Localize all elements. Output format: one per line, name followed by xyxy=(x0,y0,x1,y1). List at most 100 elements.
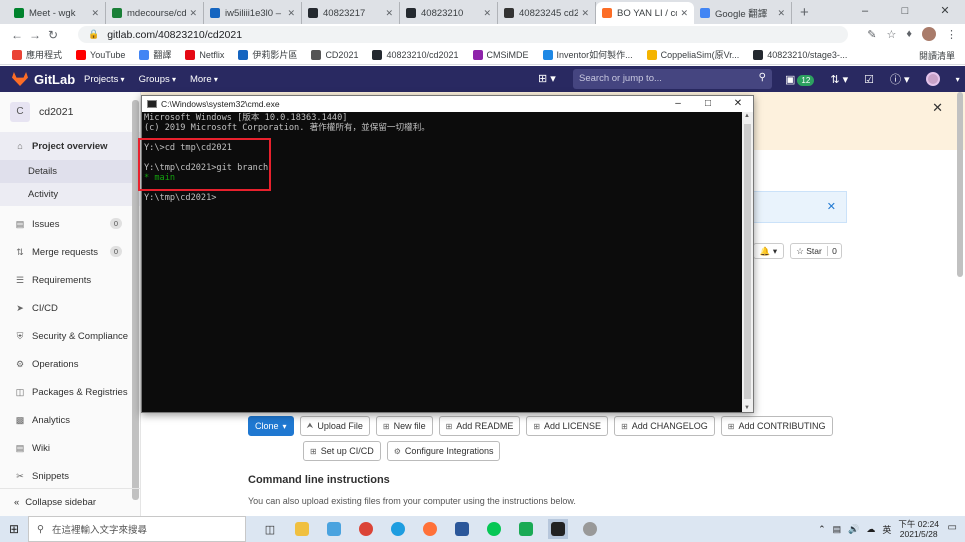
gitlab-search-input[interactable]: Search or jump to... ⚲ xyxy=(573,69,772,89)
cmd-minimize-button[interactable]: – xyxy=(663,96,693,112)
windows-start-icon[interactable]: ⊞ xyxy=(0,522,28,536)
bookmark-item[interactable]: CoppeliaSim(原Vr... xyxy=(646,48,739,61)
scroll-up-icon[interactable]: ▲ xyxy=(744,113,750,119)
url-input[interactable]: 🔒 gitlab.com/40823210/cd2021 xyxy=(78,26,848,43)
bookmark-item[interactable]: Netflix xyxy=(185,49,224,60)
bookmark-item[interactable]: 40823210/stage3-... xyxy=(753,49,847,60)
tab-close-icon[interactable]: ✕ xyxy=(777,8,785,19)
sidebar-item-requirements[interactable]: ☰ Requirements xyxy=(0,266,140,294)
ime-indicator[interactable]: 英 xyxy=(882,523,891,536)
browser-tab[interactable]: 40823217 ✕ xyxy=(302,2,400,24)
sidebar-item-operations[interactable]: ⚙ Operations xyxy=(0,350,140,378)
app-green-icon[interactable] xyxy=(516,519,536,539)
bookmark-item[interactable]: 伊莉影片區 xyxy=(238,48,297,61)
clone-button[interactable]: Clone ▾ xyxy=(248,416,294,436)
minimize-button[interactable]: – xyxy=(845,0,885,24)
onedrive-icon[interactable]: ☁ xyxy=(866,524,875,535)
cmd-scrollbar[interactable]: ▲ ▼ xyxy=(742,112,753,412)
browser-tab[interactable]: BO YAN LI / cd2✕ xyxy=(596,2,694,24)
maximize-button[interactable]: □ xyxy=(885,0,925,24)
sidebar-item-ci-cd[interactable]: ➤ CI/CD xyxy=(0,294,140,322)
cmd-titlebar[interactable]: C:\Windows\system32\cmd.exe – □ ✕ xyxy=(142,96,753,112)
star-button[interactable]: ☆ Star 0 xyxy=(790,243,842,259)
reload-icon[interactable]: ↻ xyxy=(44,28,62,42)
chrome-icon[interactable] xyxy=(356,519,376,539)
bookmark-item[interactable]: 40823210/cd2021 xyxy=(372,49,459,60)
sidebar-item-project-overview[interactable]: ⌂ Project overview xyxy=(0,132,140,160)
sidebar-item-security-compliance[interactable]: ⛨ Security & Compliance xyxy=(0,322,140,350)
sidebar-subitem-activity[interactable]: Activity xyxy=(0,183,140,206)
tab-close-icon[interactable]: ✕ xyxy=(189,8,197,19)
bookmark-item[interactable]: CMSiMDE xyxy=(472,49,529,60)
cmd-taskbar-icon[interactable] xyxy=(548,519,568,539)
translate-icon[interactable]: ✎ xyxy=(867,28,876,41)
issues-nav-button[interactable]: ▣ 12 xyxy=(785,73,815,86)
add-contributing-button[interactable]: ⊞ Add CONTRIBUTING xyxy=(720,416,833,436)
add-license-button[interactable]: ⊞ Add LICENSE xyxy=(526,416,609,436)
bookmark-item[interactable]: 應用程式 xyxy=(12,48,62,61)
cmd-scroll-thumb[interactable] xyxy=(744,124,751,399)
sidebar-item-wiki[interactable]: ▤ Wiki xyxy=(0,434,140,462)
profile-avatar[interactable] xyxy=(922,27,936,41)
close-icon[interactable]: ✕ xyxy=(827,200,836,213)
browser-tab[interactable]: mdecourse/cd20✕ xyxy=(106,2,204,24)
action-center-icon[interactable]: ▭ xyxy=(948,522,957,533)
add-readme-button[interactable]: ⊞ Add README xyxy=(438,416,521,436)
notification-button[interactable]: 🔔 ▾ xyxy=(753,243,784,259)
close-icon[interactable]: ✕ xyxy=(932,100,943,116)
volume-icon[interactable]: 🔊 xyxy=(848,524,859,535)
new-file-button[interactable]: ⊞ New file xyxy=(375,416,433,436)
menu-groups[interactable]: Groups xyxy=(139,74,176,85)
help-icon[interactable]: ⓘ ▾ xyxy=(890,71,910,87)
bookmark-item[interactable]: 翻譯 xyxy=(139,48,171,61)
sidebar-item-merge-requests[interactable]: ⇅ Merge requests 0 xyxy=(0,238,140,266)
gitlab-logo[interactable]: GitLab xyxy=(0,72,80,87)
user-avatar[interactable] xyxy=(925,72,940,86)
scroll-down-icon[interactable]: ▼ xyxy=(744,405,750,411)
new-item-icon[interactable]: ⊞ ▾ xyxy=(538,72,556,85)
browser-tab[interactable]: Google 翻譯 ✕ xyxy=(694,2,792,24)
sidebar-item-packages-registries[interactable]: ◫ Packages & Registries xyxy=(0,378,140,406)
notepad-icon[interactable] xyxy=(324,519,344,539)
sidebar-item-analytics[interactable]: ▩ Analytics xyxy=(0,406,140,434)
network-icon[interactable]: ▤ xyxy=(833,524,842,535)
tab-close-icon[interactable]: ✕ xyxy=(91,8,99,19)
tray-chevron-up-icon[interactable]: ⌃ xyxy=(818,524,826,535)
sidebar-item-snippets[interactable]: ✂ Snippets xyxy=(0,462,140,490)
configure-integrations-button[interactable]: ⚙ Configure Integrations xyxy=(386,441,501,461)
tab-close-icon[interactable]: ✕ xyxy=(385,8,393,19)
word-icon[interactable] xyxy=(452,519,472,539)
bookmark-item[interactable]: Inventor如何製作... xyxy=(542,48,633,61)
bookmark-item[interactable]: CD2021 xyxy=(311,49,358,60)
merge-requests-nav-icon[interactable]: ⇅ ▾ xyxy=(830,73,848,86)
app-globe-icon[interactable] xyxy=(580,519,600,539)
close-window-button[interactable]: ✕ xyxy=(925,0,965,24)
cmd-close-button[interactable]: ✕ xyxy=(723,96,753,112)
project-header[interactable]: C cd2021 xyxy=(0,92,140,132)
tab-close-icon[interactable]: ✕ xyxy=(581,8,589,19)
bookmark-star-icon[interactable]: ☆ xyxy=(887,28,897,41)
reading-list[interactable]: 閱讀清單 xyxy=(919,49,955,62)
task-view-icon[interactable]: ◫ xyxy=(260,519,280,539)
menu-more[interactable]: More xyxy=(190,74,218,85)
todo-icon[interactable]: ☑ xyxy=(864,73,874,86)
add-changelog-button[interactable]: ⊞ Add CHANGELOG xyxy=(614,416,715,436)
browser-tab[interactable]: Meet - wgk ✕ xyxy=(8,2,106,24)
extensions-icon[interactable]: ♦ xyxy=(906,28,912,40)
browser-tab[interactable]: iw5iliii1e3l0 – Et✕ xyxy=(204,2,302,24)
cmd-maximize-button[interactable]: □ xyxy=(693,96,723,112)
taskbar-search-input[interactable]: ⚲ 在這裡輸入文字來搜尋 xyxy=(28,516,246,542)
bookmark-item[interactable]: YouTube xyxy=(76,49,125,60)
taskbar-clock[interactable]: 下午 02:24 2021/5/28 xyxy=(898,519,939,539)
browser-tab[interactable]: 40823210 ✕ xyxy=(400,2,498,24)
page-scrollbar[interactable] xyxy=(957,92,963,277)
collapse-sidebar-button[interactable]: « Collapse sidebar xyxy=(0,488,141,516)
setup-cicd-button[interactable]: ⊞ Set up CI/CD xyxy=(303,441,381,461)
forward-icon[interactable]: → xyxy=(26,28,44,42)
sidebar-subitem-details[interactable]: Details xyxy=(0,160,140,183)
line-icon[interactable] xyxy=(484,519,504,539)
browser-tab[interactable]: 40823245 cd202✕ xyxy=(498,2,596,24)
tab-close-icon[interactable]: ✕ xyxy=(483,8,491,19)
user-menu-chevron-icon[interactable]: ▾ xyxy=(956,75,960,84)
firefox-icon[interactable] xyxy=(420,519,440,539)
